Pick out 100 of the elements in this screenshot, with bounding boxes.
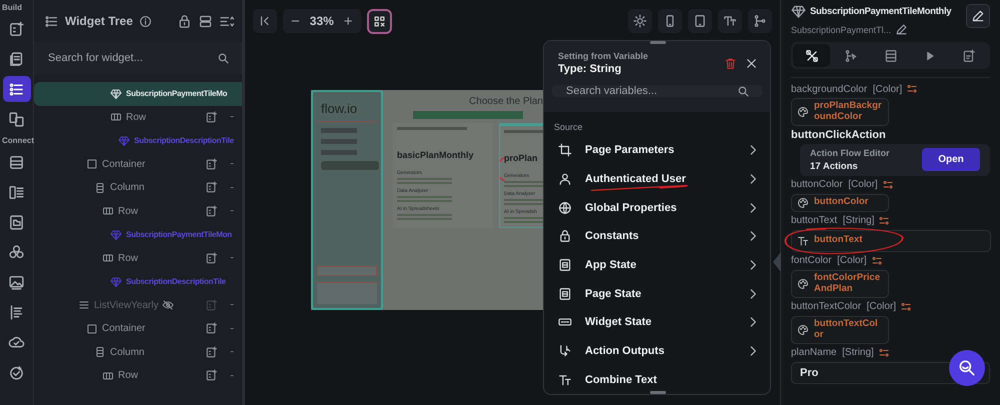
variable-binding-icon[interactable] xyxy=(882,178,894,191)
variable-value[interactable]: buttonColor xyxy=(791,194,889,212)
tree-item[interactable]: Row xyxy=(34,246,242,270)
open-button[interactable]: Open xyxy=(922,148,980,172)
collapse-button[interactable] xyxy=(253,9,277,33)
zoom-out-button[interactable]: − xyxy=(291,12,300,30)
add-widget-icon[interactable] xyxy=(205,181,218,194)
tree-item[interactable]: Column xyxy=(34,340,242,364)
preview-heading: Choose the Plan xyxy=(468,96,543,107)
pages-icon xyxy=(8,50,25,68)
nav-placeholder xyxy=(321,139,357,144)
add-widget-icon[interactable] xyxy=(205,204,218,218)
variable-value[interactable]: buttonText xyxy=(791,230,991,252)
drag-handle[interactable] xyxy=(650,41,666,44)
tree-item[interactable]: Row xyxy=(34,200,242,223)
auto-layout-button[interactable] xyxy=(366,8,392,34)
variable-value[interactable]: fontColorPriceAndPlan xyxy=(791,270,889,298)
tree-item[interactable]: SubscriptionPaymentTileMo xyxy=(34,82,242,106)
toolbar-button[interactable] xyxy=(658,9,682,33)
close-icon[interactable] xyxy=(745,56,758,70)
zoom-in-button[interactable]: + xyxy=(344,12,353,30)
pencil-icon[interactable] xyxy=(895,23,908,36)
menu-item[interactable]: Global Properties xyxy=(544,193,770,222)
menu-item[interactable]: Page Parameters xyxy=(544,136,770,164)
tree-item[interactable]: Row xyxy=(34,106,242,129)
menu-item[interactable]: Combine Text xyxy=(544,365,770,394)
row-icon xyxy=(110,111,122,124)
add-widget-icon[interactable] xyxy=(205,322,218,336)
plan-title: basicPlanMonthly xyxy=(397,150,475,160)
param-label: planName [String] xyxy=(791,347,874,358)
text-size-icon xyxy=(723,14,737,28)
tree-item[interactable]: Column xyxy=(34,176,242,200)
add-widget-icon[interactable] xyxy=(205,252,218,265)
layout-icon xyxy=(884,48,898,62)
add-widget-icon[interactable] xyxy=(205,346,218,359)
param-label: buttonText [String] xyxy=(791,215,874,226)
search-icon xyxy=(217,52,230,65)
zoom-level: 33% xyxy=(310,14,334,28)
list-icon xyxy=(78,299,90,312)
menu-item[interactable]: Constants xyxy=(544,222,770,251)
variable-binding-icon[interactable] xyxy=(870,254,883,267)
drag-handle[interactable] xyxy=(650,391,666,394)
tree-item[interactable]: ListViewYearly xyxy=(34,294,242,317)
tree-item[interactable]: Container xyxy=(34,152,242,176)
column-icon xyxy=(94,346,106,358)
variable-binding-icon[interactable] xyxy=(906,83,918,95)
menu-item[interactable]: Widget State xyxy=(544,308,770,337)
variable-binding-icon[interactable] xyxy=(900,300,912,313)
eye-off-icon[interactable] xyxy=(162,299,174,312)
edit-button[interactable] xyxy=(966,4,990,28)
user-icon xyxy=(558,172,572,186)
tree-icon xyxy=(44,14,59,28)
param-label: fontColor [Color] xyxy=(791,255,867,266)
tree-item[interactable]: Container xyxy=(34,317,242,340)
variable-value[interactable]: buttonTextColor xyxy=(791,316,889,344)
palette-icon xyxy=(797,196,809,209)
gem-icon xyxy=(110,88,122,100)
menu-item[interactable]: Action Outputs xyxy=(544,336,770,366)
variable-binding-icon[interactable] xyxy=(878,214,890,227)
panel-tab[interactable] xyxy=(793,44,830,67)
search-field[interactable]: Search variables... xyxy=(552,85,762,98)
pencil-icon xyxy=(971,9,985,23)
add-widget-icon[interactable] xyxy=(205,369,218,382)
param-label: buttonColor [Color] xyxy=(791,179,878,190)
container-icon xyxy=(86,322,98,335)
add-widget-icon[interactable] xyxy=(205,110,218,124)
list-icon xyxy=(8,304,25,320)
row-icon xyxy=(102,370,114,382)
tablet-icon xyxy=(693,14,707,28)
sort-icon[interactable] xyxy=(219,14,234,28)
menu-item[interactable]: App State xyxy=(544,250,770,280)
text-placeholder xyxy=(397,127,467,130)
toolbar-button[interactable] xyxy=(718,9,742,33)
sun-icon xyxy=(633,14,647,28)
toolbar-button[interactable] xyxy=(748,9,772,33)
tree-item[interactable]: Row xyxy=(34,364,242,388)
trash-icon[interactable] xyxy=(724,56,737,70)
toolbar-button[interactable] xyxy=(628,9,652,33)
info-icon[interactable] xyxy=(138,14,152,28)
search-field[interactable]: Search for widget... xyxy=(34,42,242,74)
toolbar-button[interactable] xyxy=(688,9,712,33)
text-format-icon xyxy=(797,234,809,247)
lock-icon[interactable] xyxy=(177,14,192,28)
param-label: buttonTextColor [Color] xyxy=(791,301,896,312)
menu-item[interactable]: Authenticated User xyxy=(544,164,770,194)
section-label: Connect xyxy=(1,136,34,145)
add-widget-icon[interactable] xyxy=(205,158,218,171)
variable-value[interactable]: proPlanBackgroundColor xyxy=(791,98,889,126)
schema-icon xyxy=(8,184,25,200)
menu-item[interactable]: Page State xyxy=(544,279,770,308)
add-widget-icon xyxy=(8,20,25,38)
search-icon xyxy=(957,358,977,378)
nav-button[interactable] xyxy=(2,76,30,102)
image-icon xyxy=(8,274,25,290)
widget-subtitle: SubscriptionPaymentTl... xyxy=(791,24,892,34)
globe-icon xyxy=(558,200,572,215)
storage-icon[interactable] xyxy=(198,14,213,28)
devices-icon xyxy=(8,110,25,128)
variable-binding-icon[interactable] xyxy=(878,346,890,359)
palette-icon xyxy=(797,278,809,290)
